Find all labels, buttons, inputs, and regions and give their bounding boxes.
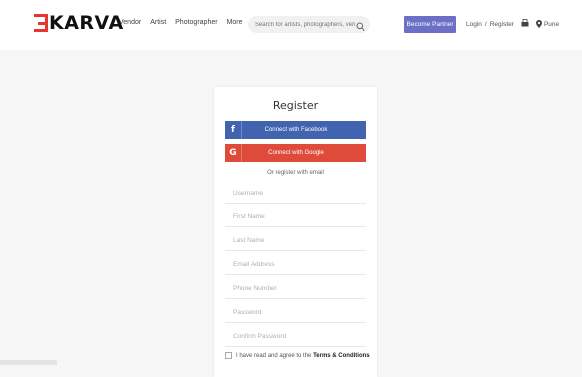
terms-text: I have read and agree to the (236, 352, 312, 359)
nav-more[interactable]: More (227, 19, 243, 26)
nav-artist[interactable]: Artist (150, 19, 166, 26)
register-card: Register f Connect with Facebook G Conne… (214, 87, 377, 377)
first-name-field[interactable] (225, 207, 366, 227)
location-label: Pune (543, 20, 560, 28)
cart-icon[interactable] (521, 19, 529, 29)
link-separator: / (484, 20, 487, 28)
status-bar (0, 360, 57, 365)
nav-vendor[interactable]: Vendor (119, 19, 141, 26)
email-field[interactable] (225, 255, 366, 275)
connect-facebook-button[interactable]: f Connect with Facebook (225, 121, 366, 139)
username-field[interactable] (225, 184, 366, 204)
account-links: Login / Register Pune (466, 19, 559, 29)
or-register-text: Or register with email (267, 170, 324, 176)
site-logo[interactable]: KARVA (34, 12, 124, 34)
confirm-password-field[interactable] (225, 327, 366, 347)
login-link[interactable]: Login (466, 21, 482, 28)
top-header: KARVA Vendor Artist Photographer More Be… (0, 0, 582, 50)
password-field[interactable] (225, 303, 366, 323)
logo-text: KARVA (49, 12, 124, 34)
terms-link[interactable]: Terms & Conditions (313, 353, 370, 359)
logo-mark-icon (34, 14, 48, 32)
nav-photographer[interactable]: Photographer (175, 19, 217, 26)
connect-google-button[interactable]: G Connect with Google (225, 144, 366, 162)
terms-checkbox[interactable] (225, 352, 232, 359)
facebook-icon: f (225, 121, 242, 139)
location-selector[interactable]: Pune (535, 20, 560, 28)
register-title: Register (272, 99, 319, 112)
google-icon: G (225, 144, 242, 162)
search-input[interactable] (255, 21, 355, 28)
facebook-label: Connect with Facebook (264, 127, 328, 133)
search-icon[interactable] (356, 19, 365, 37)
search-bar (248, 16, 370, 33)
phone-field[interactable] (225, 279, 366, 299)
google-label: Connect with Google (268, 150, 324, 156)
become-partner-button[interactable]: Become Partner (404, 16, 456, 33)
last-name-field[interactable] (225, 231, 366, 251)
map-pin-icon (535, 20, 542, 28)
main-nav: Vendor Artist Photographer More (119, 19, 243, 26)
terms-row: I have read and agree to the Terms & Con… (225, 352, 375, 359)
register-link[interactable]: Register (490, 21, 514, 28)
